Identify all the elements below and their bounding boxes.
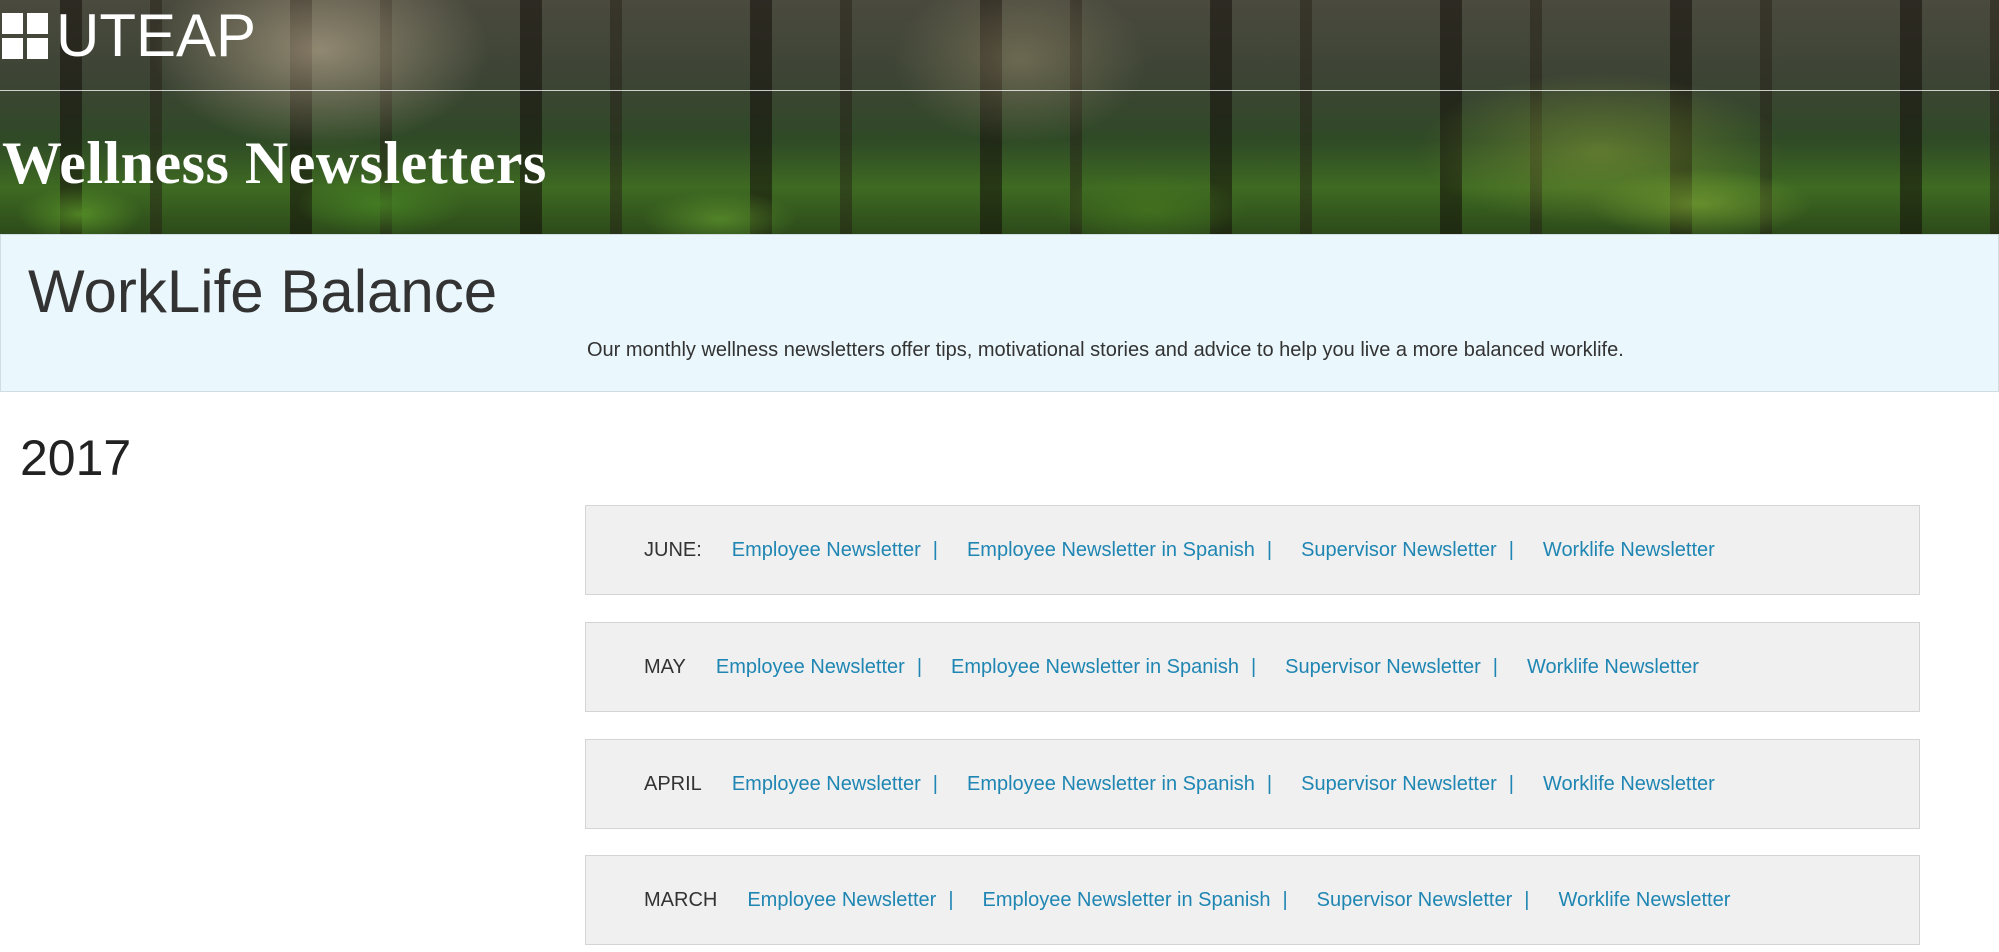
year-heading: 2017	[20, 430, 132, 486]
month-label: JUNE:	[644, 538, 702, 561]
newsletter-row-april: APRIL Employee Newsletter | Employee Newsle…	[585, 739, 1920, 829]
section-title: WorkLife Balance	[28, 258, 498, 325]
employee-newsletter-spanish-link[interactable]: Employee Newsletter in Spanish	[967, 773, 1255, 796]
supervisor-newsletter-link[interactable]: Supervisor Newsletter	[1285, 656, 1481, 679]
employee-newsletter-spanish-link[interactable]: Employee Newsletter in Spanish	[951, 656, 1239, 679]
worklife-newsletter-link[interactable]: Worklife Newsletter	[1543, 539, 1715, 562]
uteap-logo[interactable]: UTEAP	[2, 2, 257, 69]
link-separator: |	[916, 655, 923, 678]
link-separator: |	[1492, 655, 1498, 678]
employee-newsletter-spanish-link[interactable]: Employee Newsletter in Spanish	[967, 539, 1255, 562]
month-label: APRIL	[644, 772, 702, 795]
logo-text: UTEAP	[56, 2, 257, 69]
supervisor-newsletter-link[interactable]: Supervisor Newsletter	[1317, 889, 1513, 912]
worklife-newsletter-link[interactable]: Worklife Newsletter	[1543, 773, 1715, 796]
newsletter-row-june: JUNE: Employee Newsletter | Employee Newsle…	[585, 505, 1920, 595]
worklife-newsletter-link[interactable]: Worklife Newsletter	[1558, 889, 1730, 912]
logo-grid-icon	[2, 13, 48, 59]
worklife-newsletter-link[interactable]: Worklife Newsletter	[1527, 656, 1699, 679]
employee-newsletter-link[interactable]: Employee Newsletter	[747, 889, 936, 912]
link-separator: |	[1250, 655, 1257, 678]
supervisor-newsletter-link[interactable]: Supervisor Newsletter	[1301, 773, 1497, 796]
link-separator: |	[1508, 772, 1514, 795]
month-label: MAY	[644, 655, 686, 678]
link-separator: |	[948, 888, 954, 911]
intro-section: WorkLife Balance Our monthly wellness ne…	[0, 234, 1999, 392]
link-separator: |	[1266, 538, 1273, 561]
employee-newsletter-link[interactable]: Employee Newsletter	[716, 656, 905, 679]
supervisor-newsletter-link[interactable]: Supervisor Newsletter	[1301, 539, 1497, 562]
header-banner: UTEAP Wellness Newsletters	[0, 0, 1999, 234]
header-divider	[0, 90, 1999, 91]
link-separator: |	[1524, 888, 1530, 911]
link-separator: |	[1266, 772, 1273, 795]
newsletter-row-march: MARCH Employee Newsletter | Employee Newsle…	[585, 855, 1920, 945]
link-separator: |	[1282, 888, 1288, 911]
employee-newsletter-link[interactable]: Employee Newsletter	[732, 773, 921, 796]
link-separator: |	[1508, 538, 1514, 561]
link-separator: |	[932, 538, 938, 561]
employee-newsletter-spanish-link[interactable]: Employee Newsletter in Spanish	[983, 889, 1271, 912]
section-description: Our monthly wellness newsletters offer t…	[587, 339, 1624, 361]
page-title: Wellness Newsletters	[2, 130, 547, 196]
newsletter-row-may: MAY Employee Newsletter | Employee Newslett…	[585, 622, 1920, 712]
link-separator: |	[932, 772, 938, 795]
month-label: MARCH	[644, 888, 718, 911]
employee-newsletter-link[interactable]: Employee Newsletter	[732, 539, 921, 562]
